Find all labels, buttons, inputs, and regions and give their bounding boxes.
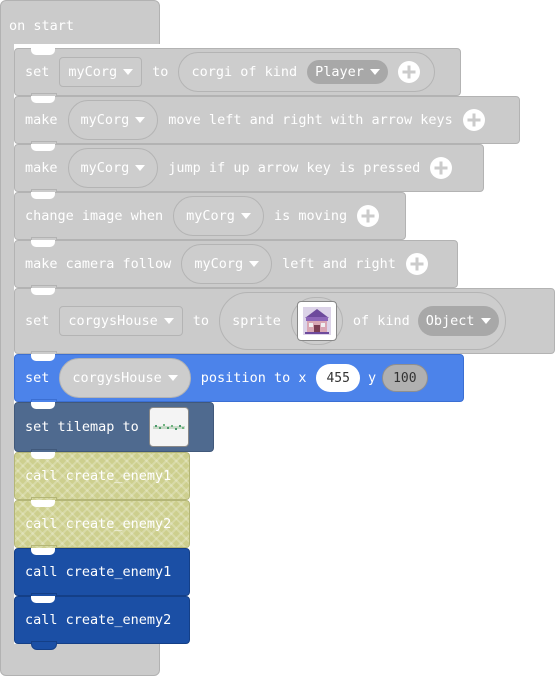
kind-value: Player [315,64,364,80]
y-label: y [367,370,377,386]
to-keyword: to [192,313,210,329]
call-create-enemy2-block[interactable]: call create_enemy2 [14,596,190,650]
set-keyword: set [25,370,50,386]
call-create-enemy2-disabled-block[interactable]: call create_enemy2 [14,500,190,554]
caret-down-icon [240,213,251,219]
corgyshouse-reporter[interactable]: corgysHouse [59,358,191,398]
set-position-block[interactable]: set corgysHouse position to x 455 y 100 [14,354,464,408]
sprite-of-kind-reporter[interactable]: sprite of kind Object [219,292,506,350]
caret-down-icon [135,165,146,171]
sprite-label: sprite [232,313,281,329]
make-keyword: make [25,160,58,176]
variable-name: myCorg [68,64,118,80]
set-keyword: set [25,64,50,80]
caret-down-icon [163,318,174,324]
is-moving-label: is moving [273,208,348,224]
variable-name: myCorg [80,112,130,128]
call-label: call create_enemy1 [25,564,172,580]
kind-dropdown[interactable]: Player [307,60,388,84]
make-keyword: make [25,112,58,128]
variable-name: corgysHouse [68,313,158,329]
set-mycorg-block[interactable]: set myCorg to corgi of kind Player [14,48,461,102]
y-value-input[interactable]: 100 [382,364,428,392]
move-block[interactable]: make myCorg move left and right with arr… [14,96,520,150]
plus-circle-icon[interactable] [405,253,428,275]
set-tilemap-block[interactable]: set tilemap to [14,402,214,458]
sprite-image-field[interactable] [290,297,343,345]
left-right-label: left and right [282,256,396,272]
kind-dropdown[interactable]: Object [417,306,499,336]
caret-down-icon [249,261,260,267]
mycorg-reporter[interactable]: myCorg [67,148,159,188]
corgi-of-kind-reporter[interactable]: corgi of kind Player [178,52,435,92]
caret-down-icon [167,375,178,381]
mycorg-dropdown[interactable]: myCorg [59,57,143,87]
mycorg-reporter[interactable]: myCorg [181,244,273,284]
mycorg-reporter[interactable]: myCorg [67,100,159,140]
camera-follow-label: make camera follow [25,256,172,272]
plus-circle-icon[interactable] [462,109,485,131]
set-tilemap-label: set tilemap to [25,419,139,435]
on-start-label: on start [9,18,75,34]
jump-label: jump if up arrow key is pressed [168,160,421,176]
call-create-enemy1-disabled-block[interactable]: call create_enemy1 [14,452,190,506]
of-kind-label: of kind [352,313,410,329]
set-keyword: set [25,313,50,329]
variable-name: corgysHouse [72,370,162,386]
position-label: position to x [200,370,307,386]
change-image-label: change image when [25,208,164,224]
variable-name: myCorg [80,160,130,176]
caret-down-icon [369,69,380,75]
call-create-enemy1-block[interactable]: call create_enemy1 [14,548,190,602]
house-image-icon [296,301,337,341]
corgyshouse-dropdown[interactable]: corgysHouse [59,306,183,336]
call-label: call create_enemy2 [25,612,172,628]
plus-circle-icon[interactable] [357,205,380,227]
camera-follow-block[interactable]: make camera follow myCorg left and right [14,240,458,294]
mycorg-reporter[interactable]: myCorg [173,196,264,236]
call-label: call create_enemy1 [25,468,172,484]
move-label: move left and right with arrow keys [168,112,453,128]
call-label: call create_enemy2 [25,516,172,532]
jump-block[interactable]: make myCorg jump if up arrow key is pres… [14,144,484,198]
x-value-input[interactable]: 455 [316,364,360,392]
variable-name: myCorg [186,208,235,224]
variable-name: myCorg [194,256,244,272]
tilemap-image-icon[interactable] [148,407,189,447]
caret-down-icon [135,117,146,123]
kind-value: Object [425,313,475,329]
change-image-block[interactable]: change image when myCorg is moving [14,192,406,246]
corgi-of-kind-label: corgi of kind [191,64,298,80]
caret-down-icon [123,69,134,75]
set-sprite-block[interactable]: set corgysHouse to sprite of kind Object [14,288,555,360]
to-keyword: to [152,64,169,80]
plus-circle-icon[interactable] [430,157,453,179]
caret-down-icon [480,318,491,324]
plus-circle-icon[interactable] [397,61,420,83]
